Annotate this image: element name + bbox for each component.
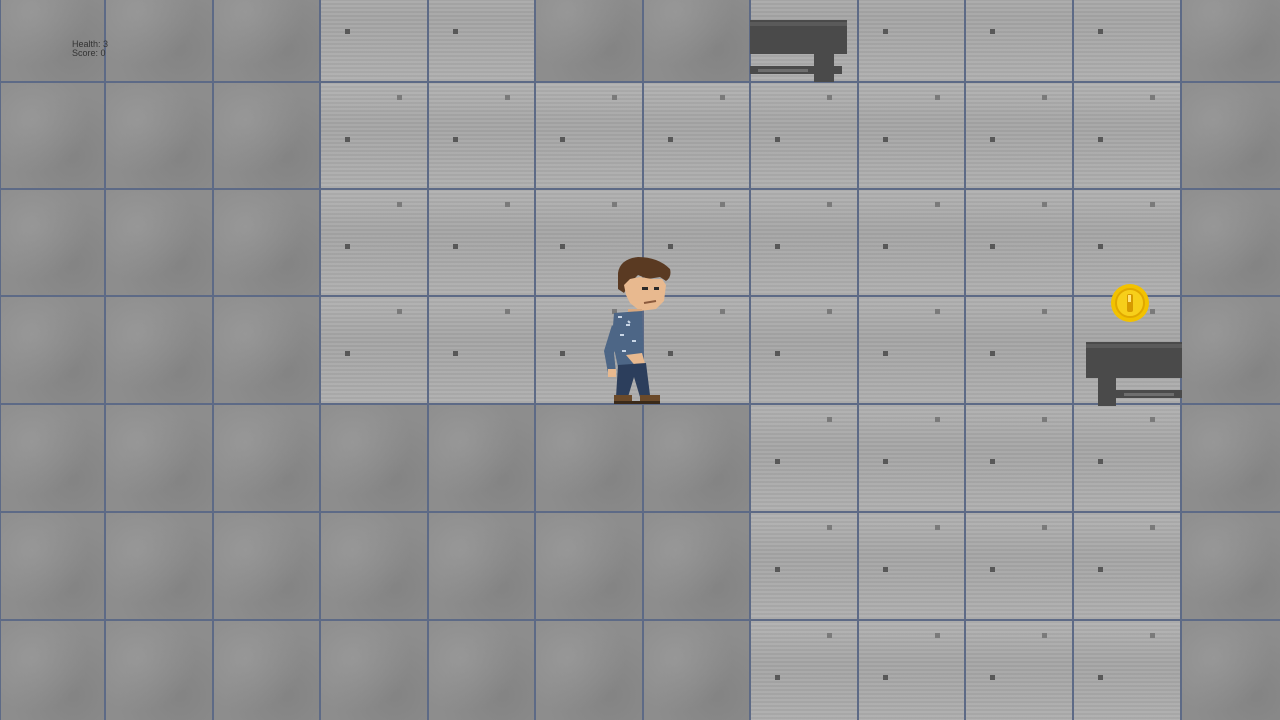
background-tile <box>965 296 1073 404</box>
player-character[interactable] <box>600 255 680 407</box>
background-tile <box>858 512 965 620</box>
background-tile <box>858 189 965 296</box>
wall-tile <box>428 620 535 720</box>
background-tile <box>1073 404 1181 512</box>
wall-tile <box>320 512 428 620</box>
background-tile <box>750 620 858 720</box>
wall-tile <box>1181 296 1280 404</box>
gold-coin[interactable] <box>1110 283 1150 323</box>
wall-tile <box>213 0 320 82</box>
background-tile <box>1073 512 1181 620</box>
wall-tile <box>535 0 643 82</box>
hud-panel: Health: 3 Score: 0 <box>72 40 108 58</box>
background-tile <box>965 189 1073 296</box>
background-tile <box>1073 620 1181 720</box>
wall-tile <box>320 620 428 720</box>
wall-tile <box>105 512 213 620</box>
wall-tile <box>643 404 750 512</box>
background-tile <box>750 404 858 512</box>
wall-tile <box>0 512 105 620</box>
background-tile <box>750 189 858 296</box>
wall-tile <box>105 404 213 512</box>
background-tile <box>1073 189 1181 296</box>
wall-tile <box>428 512 535 620</box>
background-tile <box>965 620 1073 720</box>
wall-tile <box>535 512 643 620</box>
background-tile <box>750 82 858 189</box>
background-tile <box>428 0 535 82</box>
wall-tile <box>105 620 213 720</box>
wall-tile <box>213 620 320 720</box>
background-tile <box>1073 0 1181 82</box>
wall-tile <box>535 620 643 720</box>
wall-tile <box>0 296 105 404</box>
background-tile <box>858 0 965 82</box>
wall-tile <box>213 296 320 404</box>
wall-tile <box>213 189 320 296</box>
background-tile <box>428 296 535 404</box>
wall-tile <box>643 512 750 620</box>
background-tile <box>858 82 965 189</box>
wall-tile <box>1181 0 1280 82</box>
wall-tile <box>213 82 320 189</box>
background-tile <box>428 189 535 296</box>
wall-tile <box>213 404 320 512</box>
wall-tile <box>1181 189 1280 296</box>
wall-tile <box>1181 82 1280 189</box>
background-tile <box>428 82 535 189</box>
score-label: Score: 0 <box>72 48 106 58</box>
wall-tile <box>643 620 750 720</box>
wall-tile <box>105 82 213 189</box>
wall-tile <box>0 82 105 189</box>
background-tile <box>858 296 965 404</box>
wall-tile <box>1181 512 1280 620</box>
background-tile <box>320 82 428 189</box>
background-tile <box>535 82 643 189</box>
wall-tile <box>0 189 105 296</box>
background-tile <box>750 512 858 620</box>
background-tile <box>320 189 428 296</box>
background-tile <box>320 0 428 82</box>
background-tile <box>965 404 1073 512</box>
background-tile <box>750 296 858 404</box>
wall-tile <box>1181 620 1280 720</box>
wall-tile <box>0 620 105 720</box>
wall-tile <box>428 404 535 512</box>
background-tile <box>858 620 965 720</box>
wall-tile <box>105 296 213 404</box>
background-tile <box>965 82 1073 189</box>
wall-tile <box>535 404 643 512</box>
wall-tile <box>105 189 213 296</box>
stone-ledge-right <box>1086 342 1182 406</box>
background-tile <box>1073 82 1181 189</box>
wall-tile <box>213 512 320 620</box>
background-tile <box>320 296 428 404</box>
background-tile <box>858 404 965 512</box>
wall-tile <box>320 404 428 512</box>
wall-tile <box>1181 404 1280 512</box>
wall-tile <box>0 404 105 512</box>
background-tile <box>965 512 1073 620</box>
stone-ledge-top <box>750 20 847 82</box>
wall-tile <box>105 0 213 82</box>
background-tile <box>965 0 1073 82</box>
game-viewport[interactable]: Health: 3 Score: 0 <box>0 0 1280 720</box>
background-tile <box>643 82 750 189</box>
wall-tile <box>643 0 750 82</box>
